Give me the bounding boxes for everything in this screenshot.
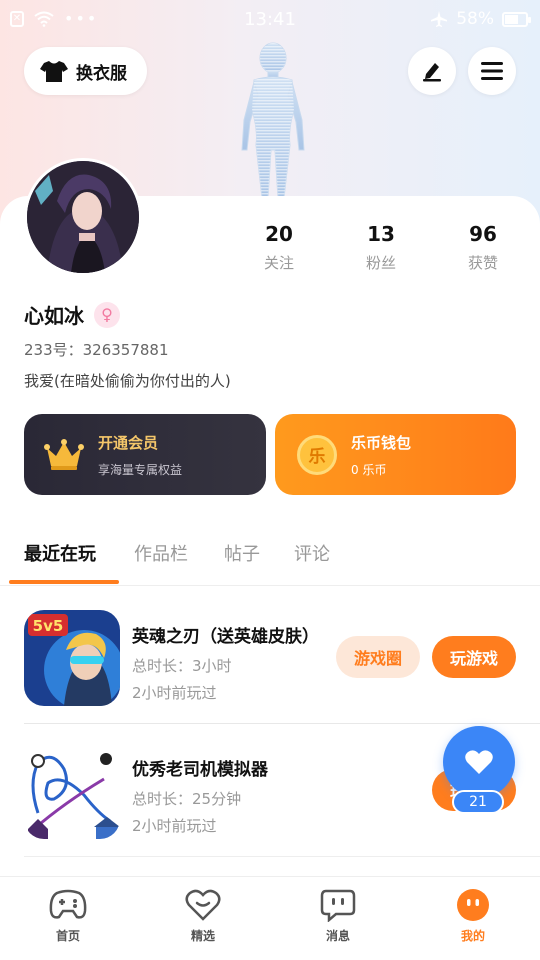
hamburger-menu-icon — [481, 62, 503, 80]
stat-likes-label: 获赞 — [467, 254, 498, 272]
stat-following[interactable]: 20 关注 — [228, 222, 330, 273]
wallet-card-title: 乐币钱包 — [351, 433, 412, 452]
avatar-3d-figure[interactable] — [228, 40, 318, 200]
game-icon-hero-blade[interactable]: 5v5 — [24, 610, 120, 706]
game-name: 英魂之刃（送英雄皮肤） — [132, 627, 319, 647]
nav-featured-label: 精选 — [190, 929, 215, 943]
game-total-playtime: 总时长：3小时 — [132, 657, 232, 675]
stat-likes-count: 96 — [469, 222, 497, 246]
tab-comments[interactable]: 评论 — [294, 540, 330, 566]
tab-posts[interactable]: 帖子 — [224, 540, 260, 566]
stat-following-label: 关注 — [263, 254, 294, 272]
wallet-card-balance: 0 乐币 — [351, 462, 387, 477]
play-game-button[interactable]: 玩游戏 — [432, 636, 516, 678]
active-tab-indicator — [9, 580, 119, 584]
change-outfit-label: 换衣服 — [76, 63, 127, 84]
profile-bio: 我爱(在暗处偷偷为你付出的人) — [24, 372, 231, 390]
vip-card-title: 开通会员 — [98, 433, 159, 452]
nav-mine[interactable]: 我的 — [433, 887, 513, 944]
stat-followers-count: 13 — [367, 222, 395, 246]
coin-icon: 乐 — [297, 434, 337, 475]
profile-nickname: 心如冰 — [24, 304, 84, 328]
game-name: 优秀老司机模拟器 — [132, 760, 268, 780]
battery-icon — [502, 11, 531, 27]
game-icon-badge: 5v5 — [33, 617, 64, 635]
game-circle-button[interactable]: 游戏圈 — [336, 636, 420, 678]
message-icon — [320, 889, 356, 922]
bottom-navigation: 首页 精选 消息 我的 — [0, 876, 540, 960]
nav-messages[interactable]: 消息 — [298, 887, 378, 944]
profile-avatar[interactable] — [24, 158, 142, 276]
crown-icon — [44, 438, 84, 470]
game-icon-driver-simulator[interactable] — [24, 743, 120, 839]
profile-face-icon — [457, 889, 489, 921]
heart-icon — [465, 750, 493, 774]
nav-messages-label: 消息 — [325, 929, 350, 943]
female-gender-icon: ♀ — [94, 301, 120, 328]
avatar-portrait-image — [27, 161, 139, 273]
tshirt-icon — [40, 61, 68, 82]
game-total-playtime: 总时长：25分钟 — [132, 790, 242, 808]
edit-profile-button[interactable] — [408, 47, 456, 95]
floating-like-button[interactable] — [443, 726, 515, 798]
heart-badge-icon — [185, 889, 221, 921]
stat-followers[interactable]: 13 粉丝 — [330, 222, 432, 273]
profile-tabs: 最近在玩 作品栏 帖子 评论 — [0, 536, 540, 586]
tab-recently-played[interactable]: 最近在玩 — [24, 540, 96, 566]
nav-home[interactable]: 首页 — [28, 887, 108, 944]
coin-wallet-card[interactable]: 乐 乐币钱包 0 乐币 — [275, 414, 516, 495]
vip-membership-card[interactable]: 开通会员 享海量专属权益 — [24, 414, 266, 495]
tab-works[interactable]: 作品栏 — [134, 540, 188, 566]
stat-following-count: 20 — [265, 222, 293, 246]
airplane-mode-icon — [431, 11, 448, 27]
nav-featured[interactable]: 精选 — [163, 887, 243, 944]
game-last-played: 2小时前玩过 — [132, 684, 217, 702]
profile-uid[interactable]: 233号：326357881 — [24, 339, 169, 360]
edit-pen-icon — [423, 63, 441, 82]
battery-percent: 58% — [456, 9, 494, 29]
stat-likes[interactable]: 96 获赞 — [432, 222, 534, 273]
game-list-item[interactable]: 5v5 英魂之刃（送英雄皮肤） 总时长：3小时 2小时前玩过 游戏圈 玩游戏 — [24, 592, 540, 724]
change-outfit-button[interactable]: 换衣服 — [24, 47, 147, 95]
nav-mine-label: 我的 — [460, 929, 485, 943]
like-count-badge: 21 — [452, 790, 504, 814]
vip-card-subtitle: 享海量专属权益 — [98, 462, 183, 477]
nav-home-label: 首页 — [55, 929, 80, 943]
status-bar: ✕ ••• 13:41 58% — [0, 0, 540, 40]
profile-nickname-row: 心如冰 ♀ — [24, 300, 120, 329]
profile-stats: 20 关注 13 粉丝 96 获赞 — [228, 222, 534, 273]
game-last-played: 2小时前玩过 — [132, 817, 217, 835]
gamepad-icon — [49, 889, 87, 919]
stat-followers-label: 粉丝 — [365, 254, 396, 272]
menu-button[interactable] — [468, 47, 516, 95]
